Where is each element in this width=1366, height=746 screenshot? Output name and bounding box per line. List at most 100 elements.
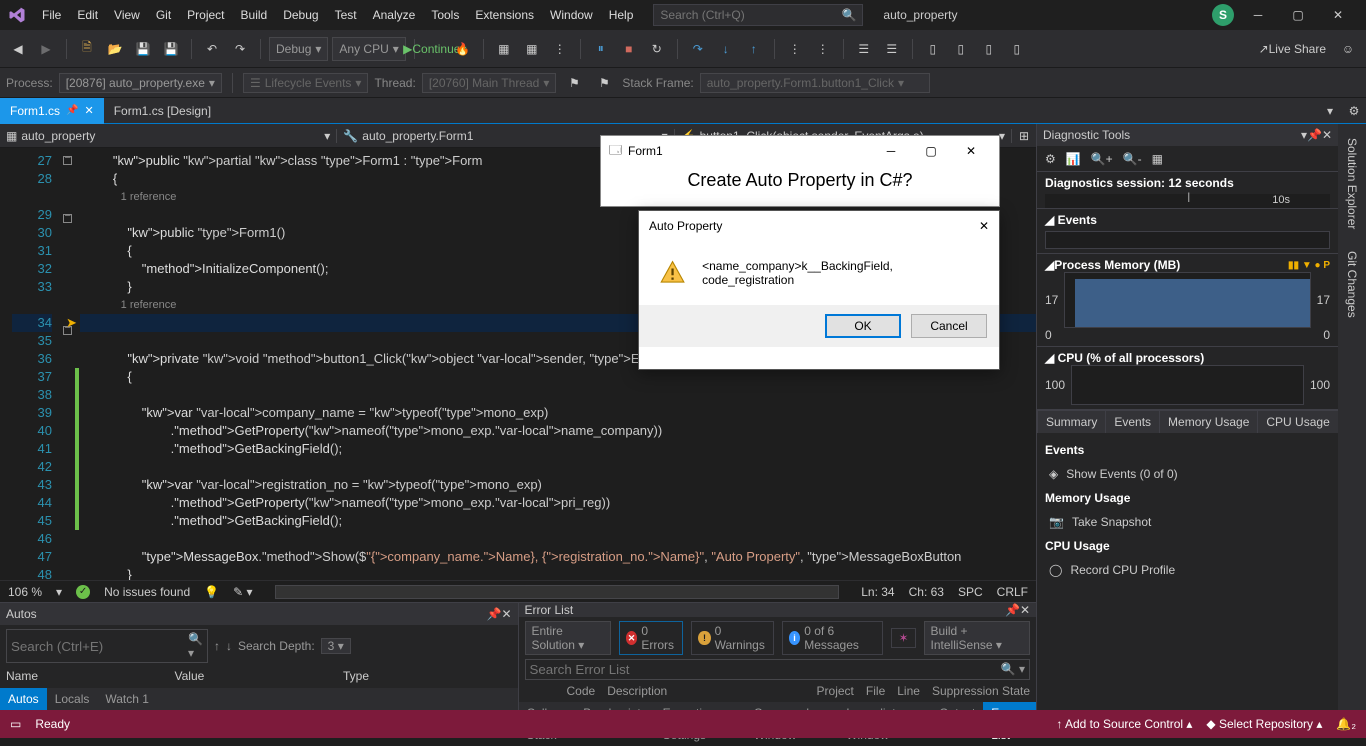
user-avatar[interactable]: S xyxy=(1212,4,1234,26)
errorlist-search-input[interactable] xyxy=(530,662,1001,677)
menu-test[interactable]: Test xyxy=(327,0,365,30)
menu-git[interactable]: Git xyxy=(148,0,179,30)
tab-autos[interactable]: Autos xyxy=(0,688,47,710)
col-supp[interactable]: Suppression State xyxy=(932,684,1030,698)
scope-dropdown[interactable]: Entire Solution ▾ xyxy=(525,621,611,655)
feedback-icon[interactable]: ☺ xyxy=(1336,37,1360,61)
new-project-icon[interactable]: 🗎 xyxy=(75,37,99,61)
output-icon[interactable]: ▭ xyxy=(10,717,21,731)
lightbulb-icon[interactable]: 💡 xyxy=(204,585,219,599)
memory-title[interactable]: ◢ Process Memory (MB)▮▮ ▼ ● P xyxy=(1045,258,1330,272)
events-graph[interactable] xyxy=(1045,231,1330,249)
pin-icon[interactable]: 📌 xyxy=(1005,603,1020,617)
restart-icon[interactable]: ↻ xyxy=(645,37,669,61)
vtab-git-changes[interactable]: Git Changes xyxy=(1343,245,1361,324)
tb-icon[interactable]: ▦ xyxy=(492,37,516,61)
close-icon[interactable]: ✕ xyxy=(1020,603,1030,617)
minimize-button[interactable]: ─ xyxy=(1238,0,1278,30)
tb-icon[interactable]: ⋮ xyxy=(783,37,807,61)
horizontal-scrollbar[interactable] xyxy=(275,585,840,599)
tb-icon[interactable]: ⋮ xyxy=(548,37,572,61)
stackframe-dropdown[interactable]: auto_property.Form1.button1_Click ▾ xyxy=(700,73,930,93)
redo-icon[interactable]: ↷ xyxy=(228,37,252,61)
config-dropdown[interactable]: Debug ▾ xyxy=(269,37,328,61)
build-filter-icon[interactable]: ✶ xyxy=(891,628,915,648)
back-icon[interactable]: ◀ xyxy=(6,37,30,61)
stop-icon[interactable]: ■ xyxy=(617,37,641,61)
continue-button[interactable]: ▶ Continue ▾ xyxy=(423,37,447,61)
diag-tab-cpu[interactable]: CPU Usage xyxy=(1257,410,1338,433)
close-tab-icon[interactable]: ✕ xyxy=(84,104,93,117)
menu-analyze[interactable]: Analyze xyxy=(365,0,424,30)
zoom-in-icon[interactable]: 🔍+ xyxy=(1091,152,1113,166)
search-depth-dropdown[interactable]: 3 ▾ xyxy=(321,638,351,654)
errors-filter[interactable]: ✕0 Errors xyxy=(619,621,684,655)
menu-extensions[interactable]: Extensions xyxy=(467,0,542,30)
save-icon[interactable]: 💾 xyxy=(131,37,155,61)
tab-watch[interactable]: Watch 1 xyxy=(97,688,157,710)
tb-icon[interactable]: ▯ xyxy=(921,37,945,61)
split-icon[interactable]: ⊞ xyxy=(1012,124,1036,148)
show-events-link[interactable]: ◈Show Events (0 of 0) xyxy=(1045,461,1330,487)
cpu-graph[interactable] xyxy=(1071,365,1304,405)
flag-icon[interactable]: ⚑ xyxy=(562,71,586,95)
step-into-icon[interactable]: ↓ xyxy=(714,37,738,61)
gear-icon[interactable]: ⚙ xyxy=(1045,152,1056,166)
undo-icon[interactable]: ↶ xyxy=(200,37,224,61)
diag-tab-summary[interactable]: Summary xyxy=(1037,410,1106,433)
menu-tools[interactable]: Tools xyxy=(423,0,467,30)
live-share-button[interactable]: ↗ Live Share xyxy=(1253,37,1332,61)
memory-graph[interactable] xyxy=(1064,272,1310,328)
pin-icon[interactable]: 📌 xyxy=(66,105,78,116)
open-icon[interactable]: 📂 xyxy=(103,37,127,61)
nav-project[interactable]: ▦ auto_property▾ xyxy=(0,129,337,143)
diag-tab-memory[interactable]: Memory Usage xyxy=(1159,410,1258,433)
pause-icon[interactable]: ⏸ xyxy=(589,37,613,61)
col-name[interactable]: Name xyxy=(6,669,175,683)
close-button[interactable]: ✕ xyxy=(951,144,991,158)
close-icon[interactable]: ✕ xyxy=(501,607,511,621)
tb-icon[interactable]: ▯ xyxy=(949,37,973,61)
cancel-button[interactable]: Cancel xyxy=(911,314,987,338)
menu-file[interactable]: File xyxy=(34,0,69,30)
col-icon[interactable] xyxy=(525,684,555,698)
tb-icon[interactable]: ▯ xyxy=(1005,37,1029,61)
close-button[interactable]: ✕ xyxy=(1318,0,1358,30)
tab-locals[interactable]: Locals xyxy=(47,688,98,710)
tab-form1-design[interactable]: Form1.cs [Design] xyxy=(104,98,221,124)
vtab-solution-explorer[interactable]: Solution Explorer xyxy=(1343,132,1361,235)
menu-project[interactable]: Project xyxy=(179,0,232,30)
tb-icon[interactable]: ☰ xyxy=(880,37,904,61)
close-icon[interactable]: ✕ xyxy=(1322,128,1332,142)
record-cpu-link[interactable]: ◯Record CPU Profile xyxy=(1045,557,1330,583)
arrow-up-icon[interactable]: ↑ xyxy=(214,639,220,653)
save-all-icon[interactable]: 💾 xyxy=(159,37,183,61)
events-graph-title[interactable]: ◢ Events xyxy=(1045,213,1330,227)
platform-dropdown[interactable]: Any CPU ▾ xyxy=(332,37,405,61)
tabs-overflow-icon[interactable]: ▾ xyxy=(1318,99,1342,123)
tb-icon[interactable]: ▯ xyxy=(977,37,1001,61)
step-over-icon[interactable]: ↷ xyxy=(686,37,710,61)
pin-icon[interactable]: 📌 xyxy=(486,607,501,621)
lifecycle-dropdown[interactable]: ☰ Lifecycle Events ▾ xyxy=(243,73,369,93)
notifications-icon[interactable]: 🔔₂ xyxy=(1336,717,1356,731)
tb-icon[interactable]: ▦ xyxy=(520,37,544,61)
menu-edit[interactable]: Edit xyxy=(69,0,106,30)
col-code[interactable]: Code xyxy=(567,684,596,698)
zoom-out-icon[interactable]: 🔍- xyxy=(1123,152,1142,166)
minimize-button[interactable]: ─ xyxy=(871,144,911,158)
col-project[interactable]: Project xyxy=(817,684,854,698)
hot-reload-icon[interactable]: 🔥 xyxy=(451,37,475,61)
close-icon[interactable]: ✕ xyxy=(979,219,989,233)
maximize-button[interactable]: ▢ xyxy=(911,144,951,158)
diag-tab-events[interactable]: Events xyxy=(1105,410,1160,433)
messages-filter[interactable]: i0 of 6 Messages xyxy=(782,621,884,655)
global-search[interactable]: 🔍 xyxy=(653,4,863,26)
take-snapshot-link[interactable]: 📷Take Snapshot xyxy=(1045,509,1330,535)
tab-form1-cs[interactable]: Form1.cs 📌 ✕ xyxy=(0,98,104,124)
step-out-icon[interactable]: ↑ xyxy=(742,37,766,61)
brush-icon[interactable]: ✎ ▾ xyxy=(233,585,252,599)
col-value[interactable]: Value xyxy=(175,669,344,683)
autos-search-input[interactable] xyxy=(11,632,188,660)
gear-icon[interactable]: ⚙ xyxy=(1342,99,1366,123)
